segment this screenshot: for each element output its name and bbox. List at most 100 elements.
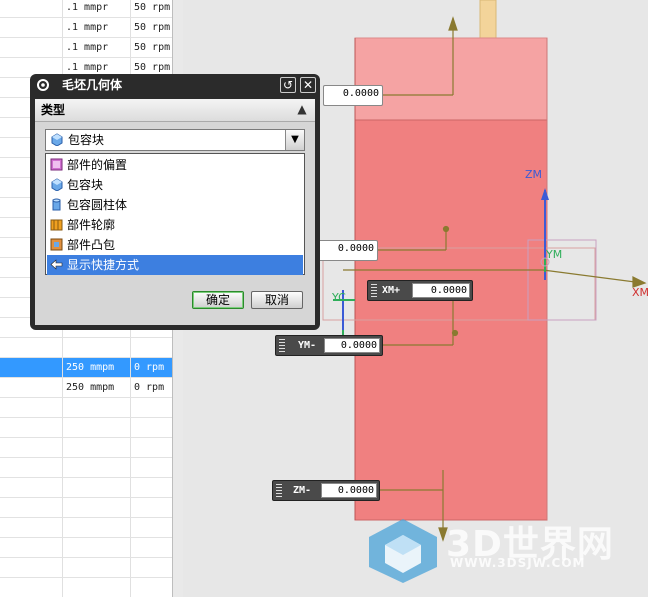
ym-minus-handle-box[interactable]: YM- 0.0000 xyxy=(275,335,383,356)
dropdown-item-label: 包容圆柱体 xyxy=(67,198,128,212)
left-value-box[interactable]: 0.0000 xyxy=(318,240,378,261)
dropdown-item-show-shortcuts[interactable]: 显示快捷方式 xyxy=(47,255,303,275)
chevron-down-icon[interactable]: ▼ xyxy=(285,130,304,150)
feed-cell xyxy=(62,578,130,597)
watermark-url: WWW.3DSJW.COM xyxy=(450,556,586,570)
zm-minus-value-field[interactable]: 0.0000 xyxy=(321,483,377,498)
feed-cell: .1 mmpr xyxy=(62,38,130,57)
dropdown-item-label: 包容块 xyxy=(67,178,104,192)
xm-plus-label: XM+ xyxy=(382,285,401,296)
zplus-value-box[interactable]: 0.0000 xyxy=(323,85,383,106)
dialog-title: 毛坯几何体 xyxy=(62,78,123,92)
gear-icon[interactable] xyxy=(36,78,50,92)
part-offset-icon xyxy=(50,158,63,171)
part-outline-icon xyxy=(50,219,63,231)
dropdown-item-bounding-cylinder[interactable]: 包容圆柱体 xyxy=(47,195,303,215)
ym-minus-label: YM- xyxy=(298,340,317,351)
speed-cell xyxy=(130,498,172,517)
table-row[interactable]: 250 mmpm 0 rpm xyxy=(0,358,172,378)
bounding-block-icon xyxy=(51,178,63,191)
left-value-field[interactable]: 0.0000 xyxy=(320,242,376,257)
feed-cell xyxy=(62,498,130,517)
axis-label-yc: YC xyxy=(332,291,346,304)
shortcut-arrow-icon xyxy=(50,259,63,270)
table-row[interactable] xyxy=(0,458,172,478)
dropdown-item-part-outline[interactable]: 部件轮廓 xyxy=(47,215,303,235)
dropdown-item-label: 部件的偏置 xyxy=(67,158,128,172)
table-row[interactable] xyxy=(0,498,172,518)
watermark-logo-icon xyxy=(369,519,437,583)
feed-cell: 250 mmpm xyxy=(62,378,130,397)
table-row[interactable] xyxy=(0,338,172,358)
type-select[interactable]: 包容块 ▼ xyxy=(45,129,305,151)
table-row[interactable]: .1 mmpr 50 rpm xyxy=(0,18,172,38)
grip-icon[interactable] xyxy=(276,484,282,497)
dropdown-item-part-offset[interactable]: 部件的偏置 xyxy=(47,155,303,175)
speed-cell xyxy=(130,458,172,477)
speed-cell xyxy=(130,578,172,597)
tool-shank xyxy=(479,0,497,43)
type-section-title: 类型 xyxy=(41,103,66,117)
zm-minus-handle-box[interactable]: ZM- 0.0000 xyxy=(272,480,380,501)
table-row[interactable] xyxy=(0,538,172,558)
xm-plus-value-field[interactable]: 0.0000 xyxy=(412,283,470,298)
dialog-body: 类型 ▲ 包容块 ▼ 部件的偏置 包容块 包容圆柱体 部件轮廓 部件凸包 显示快… xyxy=(35,99,315,325)
speed-cell xyxy=(130,518,172,537)
feed-cell xyxy=(62,458,130,477)
feed-cell xyxy=(62,418,130,437)
ok-button[interactable]: 确定 xyxy=(192,291,244,309)
table-row[interactable] xyxy=(0,478,172,498)
feed-cell xyxy=(62,558,130,577)
feed-cell xyxy=(62,338,130,357)
cancel-button[interactable]: 取消 xyxy=(251,291,303,309)
speed-cell xyxy=(130,418,172,437)
speed-cell xyxy=(130,438,172,457)
reset-icon[interactable]: ↺ xyxy=(280,77,296,93)
speed-cell xyxy=(130,558,172,577)
bounding-block-icon xyxy=(51,133,63,146)
feed-cell xyxy=(62,438,130,457)
zm-minus-label: ZM- xyxy=(293,485,312,496)
speed-cell: 50 rpm xyxy=(130,0,172,17)
xm-plus-handle-box[interactable]: XM+ 0.0000 xyxy=(367,280,473,301)
table-row[interactable] xyxy=(0,558,172,578)
grip-icon[interactable] xyxy=(279,339,285,352)
dropdown-item-label: 部件轮廓 xyxy=(67,218,116,232)
blank-top-face xyxy=(354,37,548,121)
dropdown-item-convex-hull[interactable]: 部件凸包 xyxy=(47,235,303,255)
table-row[interactable] xyxy=(0,398,172,418)
speed-cell xyxy=(130,538,172,557)
table-row[interactable]: 250 mmpm 0 rpm xyxy=(0,378,172,398)
zplus-value-field[interactable]: 0.0000 xyxy=(325,87,381,102)
speed-cell xyxy=(130,478,172,497)
feed-cell: .1 mmpr xyxy=(62,0,130,17)
table-row[interactable]: .1 mmpr 50 rpm xyxy=(0,0,172,18)
table-row[interactable]: .1 mmpr 50 rpm xyxy=(0,38,172,58)
speed-cell xyxy=(130,398,172,417)
feed-cell xyxy=(62,518,130,537)
dialog-titlebar[interactable]: 毛坯几何体 ↺ ✕ xyxy=(30,74,320,96)
speed-cell: 50 rpm xyxy=(130,18,172,37)
dropdown-item-label: 部件凸包 xyxy=(67,238,116,252)
table-row[interactable] xyxy=(0,438,172,458)
type-dropdown-list[interactable]: 部件的偏置 包容块 包容圆柱体 部件轮廓 部件凸包 显示快捷方式 xyxy=(45,153,305,275)
collapse-chevron-up-icon[interactable]: ▲ xyxy=(293,101,311,117)
axis-label-ym: YM xyxy=(546,248,563,261)
type-select-value: 包容块 xyxy=(68,133,105,147)
type-section-header[interactable]: 类型 ▲ xyxy=(35,99,315,122)
table-row[interactable] xyxy=(0,578,172,597)
axis-label-zm: ZM xyxy=(525,168,543,181)
grip-icon[interactable] xyxy=(371,284,377,297)
bounding-cylinder-icon xyxy=(52,198,61,211)
feed-cell xyxy=(62,398,130,417)
axis-label-xm: XM xyxy=(632,286,648,299)
table-row[interactable] xyxy=(0,418,172,438)
blank-geometry-dialog: 毛坯几何体 ↺ ✕ 类型 ▲ 包容块 ▼ 部件的偏置 包容块 包容圆柱体 部件轮… xyxy=(30,74,320,330)
table-row[interactable] xyxy=(0,518,172,538)
speed-cell xyxy=(130,338,172,357)
feed-cell: 250 mmpm xyxy=(62,358,130,377)
close-icon[interactable]: ✕ xyxy=(300,77,316,93)
feed-cell xyxy=(62,478,130,497)
ym-minus-value-field[interactable]: 0.0000 xyxy=(324,338,380,353)
dropdown-item-bounding-block[interactable]: 包容块 xyxy=(47,175,303,195)
